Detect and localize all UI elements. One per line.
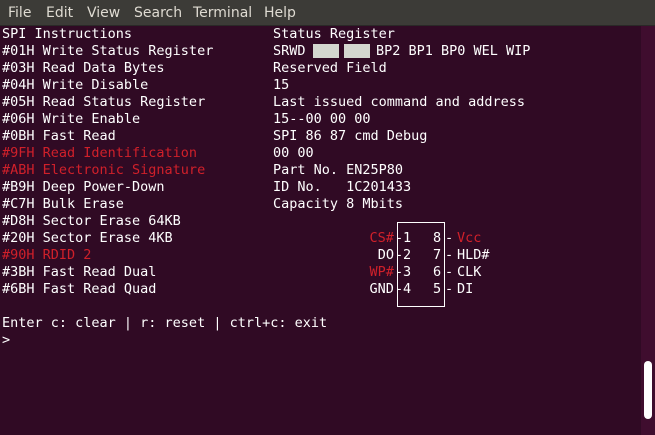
pin-left-name: CS# <box>369 230 394 246</box>
instruction-item: #0BH Fast Read <box>2 128 116 144</box>
menu-file[interactable]: File <box>8 4 31 22</box>
debug-value: 00 00 <box>273 145 314 161</box>
pin-left-lead: - <box>395 281 404 297</box>
last-command-value: 15--00 00 00 <box>273 111 371 127</box>
status-bits-label: BP2 BP1 BP0 WEL WIP <box>376 43 531 59</box>
instruction-item: #04H Write Disable <box>2 77 149 93</box>
instruction-item: #03H Read Data Bytes <box>2 60 165 76</box>
instruction-item: #D8H Sector Erase 64KB <box>2 213 181 229</box>
pin-left-number: 2 <box>403 247 412 263</box>
instruction-item: #9FH Read Identification <box>2 145 198 161</box>
pin-right-name: CLK <box>457 264 482 280</box>
menu-help[interactable]: Help <box>264 4 296 22</box>
pin-right-number: 5 <box>433 281 442 297</box>
pin-right-lead: - <box>445 281 454 297</box>
status-bit-box-1 <box>313 44 339 58</box>
pin-right-lead: - <box>445 247 454 263</box>
menu-view[interactable]: View <box>87 4 120 22</box>
part-number: Part No. EN25P80 <box>273 162 404 178</box>
status-register-heading: Status Register <box>273 26 395 42</box>
instruction-item: #3BH Fast Read Dual <box>2 264 157 280</box>
status-value: 15 <box>273 77 290 93</box>
prompt[interactable]: > <box>2 332 10 349</box>
pin-left-number: 3 <box>403 264 412 280</box>
instruction-item: #B9H Deep Power-Down <box>2 179 165 195</box>
pin-left-number: 1 <box>403 230 412 246</box>
reserved-field: Reserved Field <box>273 60 387 76</box>
instruction-item: #01H Write Status Register <box>2 43 214 59</box>
pin-right-number: 7 <box>433 247 442 263</box>
instruction-item: #6BH Fast Read Quad <box>2 281 157 297</box>
status-bit-srwd: SRWD <box>273 43 306 59</box>
pin-right-name: Vcc <box>457 230 482 246</box>
id-number: ID No. 1C201433 <box>273 179 412 195</box>
pin-right-number: 6 <box>433 264 442 280</box>
menu-search[interactable]: Search <box>134 4 182 22</box>
instruction-item: #20H Sector Erase 4KB <box>2 230 173 246</box>
instruction-item: #ABH Electronic Signature <box>2 162 206 178</box>
instruction-item: #06H Write Enable <box>2 111 141 127</box>
instruction-item: #90H RDID 2 <box>2 247 92 263</box>
capacity: Capacity 8 Mbits <box>273 196 404 212</box>
status-bit-box-2 <box>344 44 370 58</box>
instruction-item: #05H Read Status Register <box>2 94 206 110</box>
pin-right-lead: - <box>445 230 454 246</box>
menu-edit[interactable]: Edit <box>46 4 73 22</box>
pin-right-name: HLD# <box>457 247 490 263</box>
pin-left-lead: - <box>395 230 404 246</box>
debug-label: SPI 86 87 cmd Debug <box>273 128 428 144</box>
instruction-item: #C7H Bulk Erase <box>2 196 124 212</box>
pin-left-name: GND <box>369 281 394 297</box>
pin-left-name: DO <box>377 247 394 263</box>
menu-bar: File Edit View Search Terminal Help <box>0 0 655 26</box>
menu-terminal[interactable]: Terminal <box>193 4 252 22</box>
pin-left-number: 4 <box>403 281 412 297</box>
pin-left-lead: - <box>395 247 404 263</box>
help-line: Enter c: clear | r: reset | ctrl+c: exit <box>2 315 328 331</box>
pin-right-number: 8 <box>433 230 442 246</box>
pin-left-name: WP# <box>369 264 394 280</box>
terminal-area[interactable]: SPI Instructions #01H Write Status Regist… <box>0 26 641 435</box>
pin-right-lead: - <box>445 264 454 280</box>
instructions-heading: SPI Instructions <box>2 26 133 42</box>
pin-right-name: DI <box>457 281 474 297</box>
scrollbar-thumb[interactable] <box>644 361 652 419</box>
last-command-label: Last issued command and address <box>273 94 525 110</box>
pin-left-lead: - <box>395 264 404 280</box>
